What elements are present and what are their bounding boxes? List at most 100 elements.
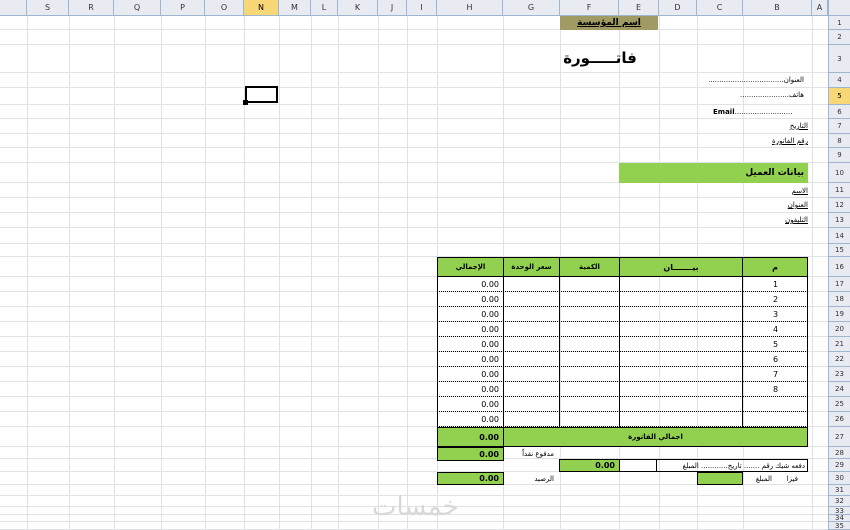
header-index[interactable]: م: [742, 257, 808, 277]
line-quantity[interactable]: [559, 397, 620, 412]
line-quantity[interactable]: [559, 412, 620, 427]
line-quantity[interactable]: [559, 382, 620, 397]
column-header-l[interactable]: L: [311, 0, 338, 16]
row-header-8[interactable]: 8: [828, 134, 850, 148]
address-row[interactable]: .................................. العنو…: [700, 73, 808, 87]
row-header-7[interactable]: 7: [828, 119, 850, 134]
line-index[interactable]: 6: [742, 352, 808, 367]
customer-section-title[interactable]: بيانات العميل: [619, 163, 808, 183]
header-unit-price[interactable]: سعر الوحدة: [503, 257, 560, 277]
row-header-4[interactable]: 4: [828, 73, 850, 88]
row-header-24[interactable]: 24: [828, 382, 850, 397]
line-quantity[interactable]: [559, 337, 620, 352]
line-quantity[interactable]: [559, 352, 620, 367]
header-total[interactable]: الإجمالي: [437, 257, 504, 277]
email-row[interactable]: Email ..........................: [700, 105, 808, 119]
row-header-31[interactable]: 31: [828, 485, 850, 496]
row-header-2[interactable]: 2: [828, 30, 850, 45]
cash-paid-label[interactable]: مدفوع نقداً: [503, 447, 560, 461]
cheque-details[interactable]: دفعه شيك رقم ....... تاريخ............ ا…: [656, 459, 808, 472]
company-name-cell[interactable]: اسم المؤسسة: [560, 16, 658, 30]
line-unit-price[interactable]: [503, 382, 560, 397]
line-total[interactable]: 0.00: [437, 367, 504, 382]
invoice-total-label[interactable]: اجمالي الفاتورة: [503, 427, 808, 447]
line-quantity[interactable]: [559, 292, 620, 307]
column-header-d[interactable]: D: [659, 0, 697, 16]
row-header-9[interactable]: 9: [828, 148, 850, 163]
line-index[interactable]: [742, 412, 808, 427]
line-index[interactable]: [742, 397, 808, 412]
row-header-18[interactable]: 18: [828, 292, 850, 307]
header-quantity[interactable]: الكمية: [559, 257, 620, 277]
row-header-13[interactable]: 13: [828, 213, 850, 228]
row-header-29[interactable]: 29: [828, 459, 850, 472]
line-description[interactable]: [619, 412, 743, 427]
line-total[interactable]: 0.00: [437, 292, 504, 307]
column-header-e[interactable]: E: [619, 0, 659, 16]
cheque-empty-cell[interactable]: [619, 459, 657, 472]
column-header-c[interactable]: C: [697, 0, 743, 16]
cash-paid-value[interactable]: 0.00: [437, 447, 504, 461]
column-header-a[interactable]: A: [812, 0, 828, 16]
line-unit-price[interactable]: [503, 292, 560, 307]
line-quantity[interactable]: [559, 277, 620, 292]
line-total[interactable]: 0.00: [437, 277, 504, 292]
invoice-total-value[interactable]: 0.00: [437, 427, 504, 447]
line-index[interactable]: 2: [742, 292, 808, 307]
line-description[interactable]: [619, 292, 743, 307]
line-description[interactable]: [619, 337, 743, 352]
column-header-q[interactable]: Q: [114, 0, 161, 16]
row-header-28[interactable]: 28: [828, 447, 850, 459]
select-all-corner[interactable]: [828, 0, 850, 16]
row-header-25[interactable]: 25: [828, 397, 850, 412]
line-description[interactable]: [619, 367, 743, 382]
row-header-35[interactable]: 35: [828, 522, 850, 530]
line-index[interactable]: 7: [742, 367, 808, 382]
row-header-22[interactable]: 22: [828, 352, 850, 367]
line-total[interactable]: 0.00: [437, 307, 504, 322]
customer-name-label[interactable]: الاسم: [740, 184, 808, 198]
balance-label[interactable]: الرصيد: [503, 472, 560, 485]
line-unit-price[interactable]: [503, 352, 560, 367]
date-label[interactable]: التاريخ: [740, 119, 808, 133]
column-header-g[interactable]: G: [503, 0, 560, 16]
visa-label[interactable]: فيزا: [772, 472, 808, 485]
row-header-12[interactable]: 12: [828, 198, 850, 213]
row-header-23[interactable]: 23: [828, 367, 850, 382]
row-header-26[interactable]: 26: [828, 412, 850, 427]
line-quantity[interactable]: [559, 367, 620, 382]
row-header-30[interactable]: 30: [828, 472, 850, 485]
spreadsheet-grid[interactable]: ABCDEFGHIJKLMNOPQRS 1 2 3 4 5 6 7 8 9 10 11 12 13 14 1…: [0, 0, 850, 530]
column-header-partial[interactable]: [0, 0, 27, 16]
line-quantity[interactable]: [559, 307, 620, 322]
line-description[interactable]: [619, 277, 743, 292]
row-header-16[interactable]: 16: [828, 257, 850, 277]
invoice-number-label[interactable]: رقم الفاتورة: [740, 134, 808, 148]
line-index[interactable]: 1: [742, 277, 808, 292]
visa-amount-cell[interactable]: [697, 472, 743, 485]
line-unit-price[interactable]: [503, 337, 560, 352]
column-header-b[interactable]: B: [743, 0, 812, 16]
line-unit-price[interactable]: [503, 367, 560, 382]
line-description[interactable]: [619, 352, 743, 367]
column-header-r[interactable]: R: [69, 0, 114, 16]
row-header-3[interactable]: 3: [828, 45, 850, 73]
line-description[interactable]: [619, 322, 743, 337]
line-index[interactable]: 4: [742, 322, 808, 337]
line-total[interactable]: 0.00: [437, 382, 504, 397]
row-header-5[interactable]: 5: [828, 88, 850, 105]
line-unit-price[interactable]: [503, 322, 560, 337]
active-cell-selection[interactable]: [245, 86, 278, 103]
line-total[interactable]: 0.00: [437, 352, 504, 367]
line-total[interactable]: 0.00: [437, 412, 504, 427]
row-header-10[interactable]: 10: [828, 163, 850, 183]
cheque-value[interactable]: 0.00: [559, 459, 620, 472]
line-unit-price[interactable]: [503, 277, 560, 292]
row-header-19[interactable]: 19: [828, 307, 850, 322]
line-unit-price[interactable]: [503, 412, 560, 427]
line-total[interactable]: 0.00: [437, 322, 504, 337]
customer-address-label[interactable]: العنوان: [740, 198, 808, 212]
line-quantity[interactable]: [559, 322, 620, 337]
row-header-17[interactable]: 17: [828, 277, 850, 292]
fill-handle[interactable]: [243, 100, 248, 105]
